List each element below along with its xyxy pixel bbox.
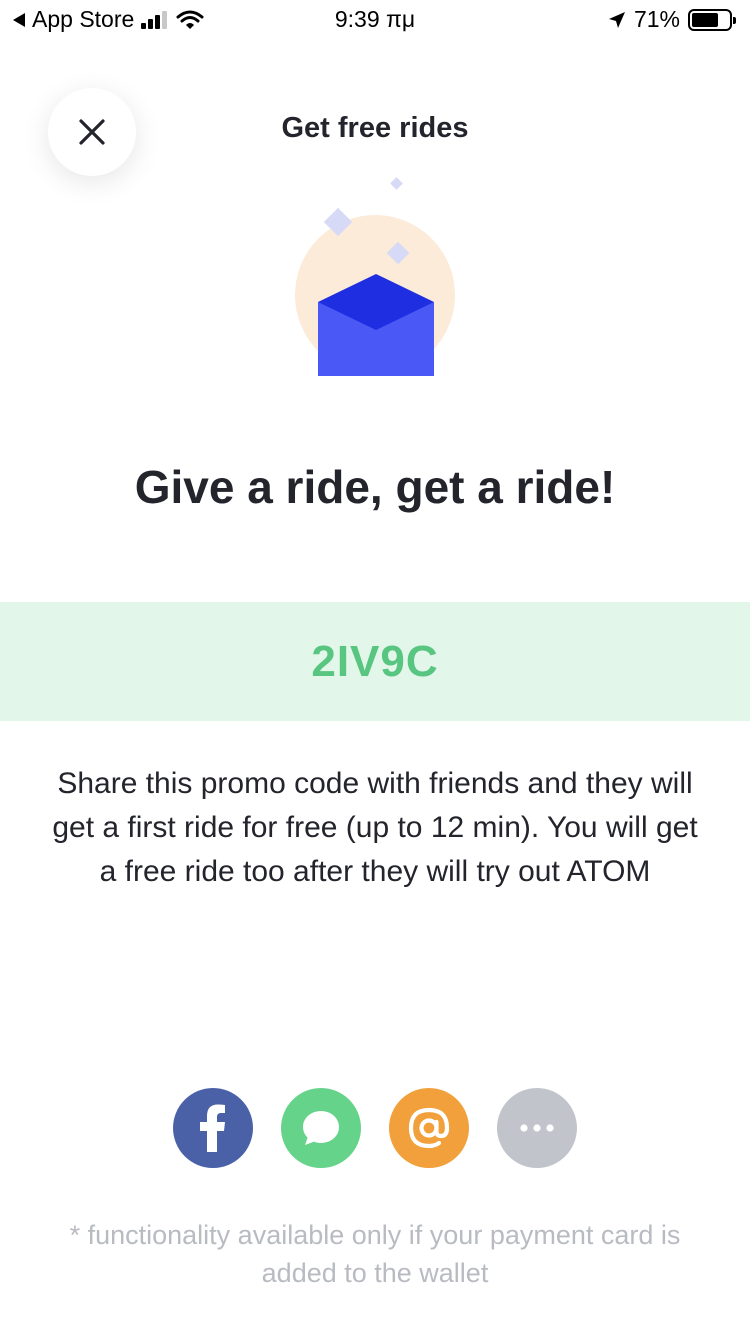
promo-code-banner: 2IV9C	[0, 602, 750, 721]
sparkle-icon	[390, 177, 403, 190]
share-facebook-button[interactable]	[173, 1088, 253, 1168]
back-app-label: App Store	[32, 6, 135, 32]
at-sign-icon	[408, 1107, 450, 1149]
status-right: 71%	[608, 6, 736, 33]
battery-icon	[688, 8, 736, 31]
wifi-icon	[176, 10, 204, 29]
battery-percent: 71%	[633, 6, 680, 32]
promo-description: Share this promo code with friends and t…	[52, 767, 698, 888]
headline: Give a ride, get a ride!	[134, 461, 616, 513]
footnote: * functionality available only if your p…	[69, 1220, 681, 1288]
back-arrow-icon	[13, 12, 25, 27]
page-title: Get free rides	[281, 112, 469, 144]
status-bar: App Store 9:39 πμ 71%	[0, 0, 750, 40]
share-email-button[interactable]	[389, 1088, 469, 1168]
battery-level	[692, 12, 718, 27]
back-to-app-store[interactable]: App Store	[12, 6, 204, 33]
screen: App Store 9:39 πμ 71% Get free rides Giv…	[0, 0, 750, 1334]
facebook-icon	[200, 1104, 225, 1152]
more-icon	[520, 1124, 554, 1132]
signal-icon	[141, 10, 168, 29]
share-buttons	[0, 1088, 750, 1168]
share-more-button[interactable]	[497, 1088, 577, 1168]
message-icon	[303, 1111, 339, 1145]
envelope-illustration	[295, 177, 455, 376]
promo-code[interactable]: 2IV9C	[311, 637, 438, 687]
share-message-button[interactable]	[281, 1088, 361, 1168]
location-arrow-icon	[608, 11, 625, 28]
